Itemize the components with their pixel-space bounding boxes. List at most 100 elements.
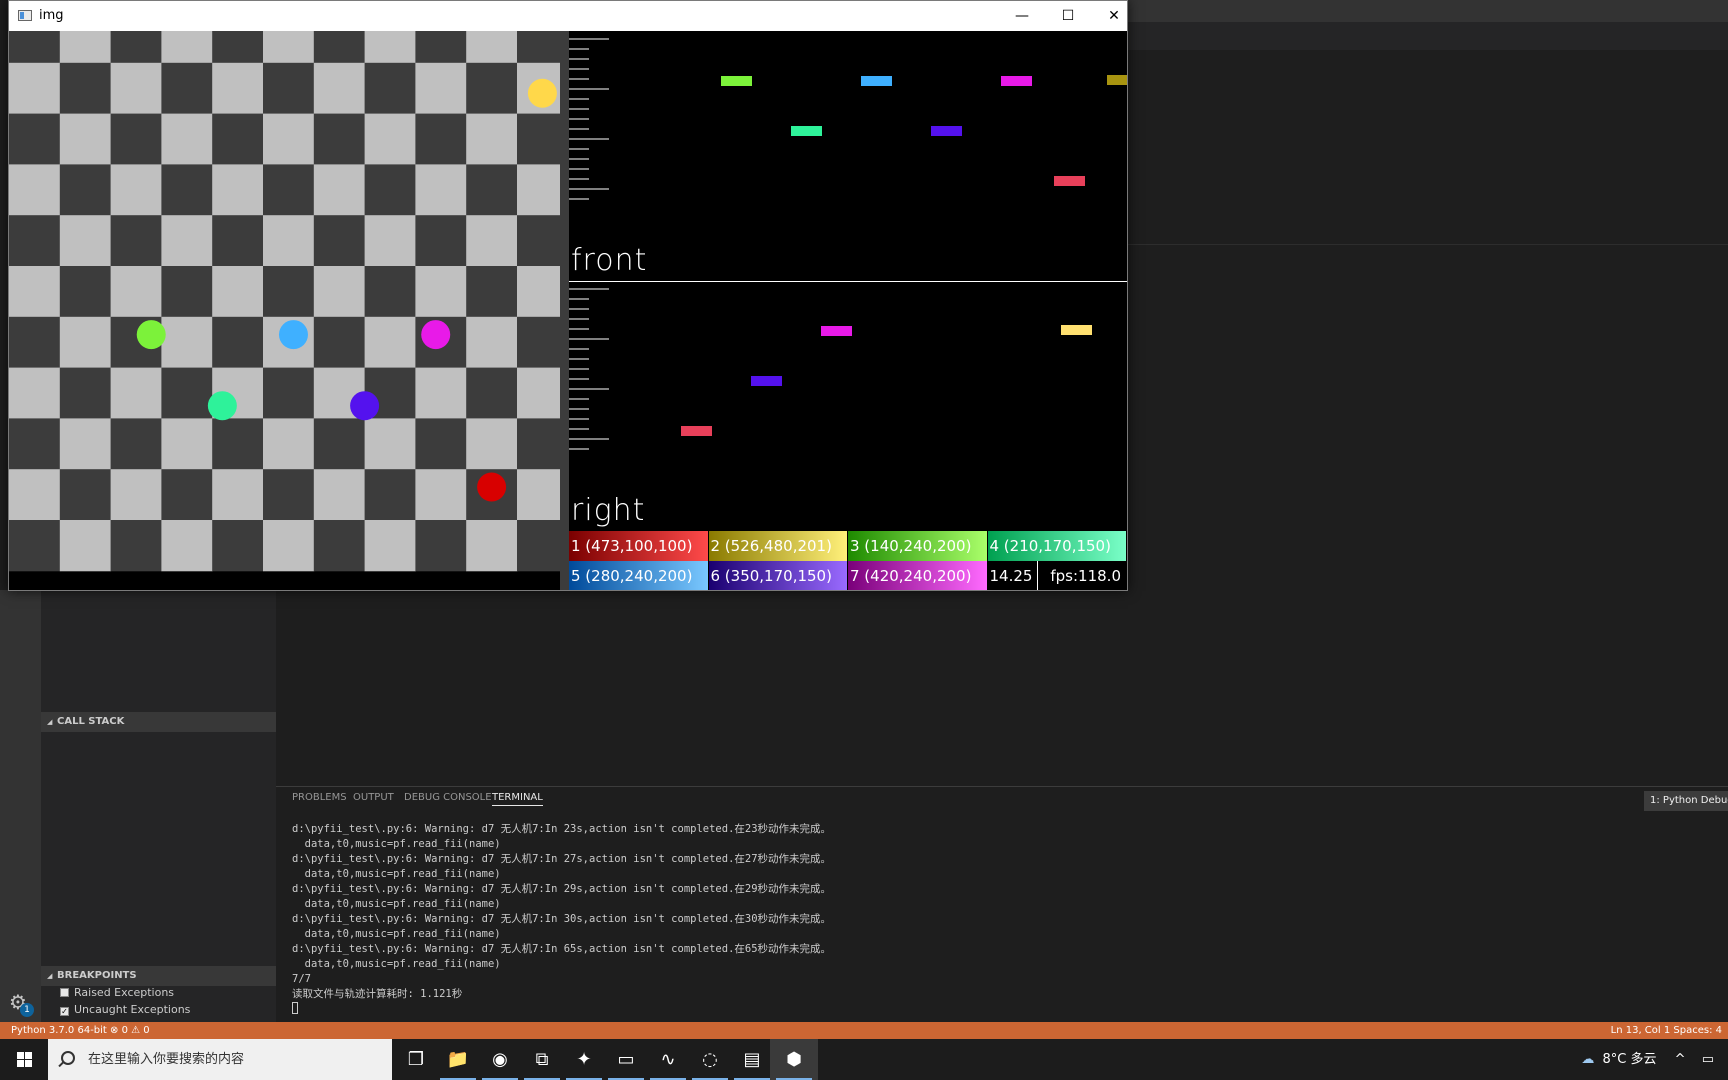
chrome-icon[interactable]: ◉ (476, 1039, 524, 1080)
python-icon[interactable]: ⬢ (770, 1039, 818, 1080)
task-view-icon[interactable]: ❐ (392, 1039, 440, 1080)
start-button[interactable] (0, 1039, 48, 1080)
board-cell (364, 164, 416, 216)
board-cell (415, 215, 467, 267)
board-cell (9, 164, 61, 216)
battery-icon[interactable]: ▭ (1702, 1052, 1714, 1067)
chevron-up-icon[interactable]: ^ (1675, 1052, 1686, 1067)
windows-taskbar: 在这里输入你要搜索的内容 ❐ 📁 ◉ ⧉ ✦ ▭ ∿ ◌ ▤ ⬢ ☁ 8°C 多云 ^ ▭ (0, 1039, 1728, 1080)
board-cell (212, 418, 264, 470)
board-cell (161, 266, 213, 318)
terminal-line: data,t0,music=pf.read_fii(name) (292, 958, 501, 970)
terminal-icon[interactable]: ▭ (602, 1039, 650, 1080)
board-cell (9, 266, 61, 318)
board-cell (161, 367, 213, 419)
board-cell (263, 113, 315, 165)
breakpoint-raised-exceptions[interactable]: Raised Exceptions (60, 985, 174, 1001)
board-cell (466, 31, 518, 64)
drone-marker-6 (350, 391, 380, 421)
vscode-icon[interactable]: ⧉ (518, 1039, 566, 1080)
drone-bar-2 (1061, 325, 1092, 335)
drone-bar-6 (931, 126, 962, 136)
board-cell (415, 367, 467, 419)
board-cell (161, 469, 213, 521)
breakpoints-header[interactable]: ◢ BREAKPOINTS (41, 966, 276, 986)
board-cell (466, 316, 518, 369)
board-cell (212, 215, 264, 267)
board-cell (263, 266, 315, 318)
minimize-button[interactable]: — (999, 1, 1045, 31)
drone-marker-5 (278, 320, 308, 350)
board-cell (466, 215, 518, 267)
board-cell (313, 113, 366, 165)
board-cell (415, 164, 467, 216)
breakpoint-uncaught-exceptions[interactable]: ✓ Uncaught Exceptions (60, 1002, 190, 1018)
uncaught-exceptions-checkbox[interactable]: ✓ (60, 1007, 69, 1016)
board-cell (59, 164, 112, 216)
board-cell (110, 418, 162, 470)
drone-legend: 1 (473,100,100) 2 (526,480,201) 3 (140,240… (569, 531, 1127, 590)
board-cell (59, 418, 112, 470)
board-cell (313, 31, 366, 64)
aperture-icon[interactable]: ◌ (686, 1039, 734, 1080)
board-cell (263, 31, 315, 64)
board-cell (212, 62, 264, 115)
terminal-output[interactable]: d:\pyfii_test\.py:6: Warning: d7 无人机7:In… (292, 822, 1392, 1022)
board-cell (313, 520, 366, 572)
drone-marker-7 (421, 320, 451, 350)
tab-problems[interactable]: PROBLEMS (292, 792, 347, 803)
board-cell (212, 520, 264, 572)
tab-terminal[interactable]: TERMINAL (492, 792, 543, 806)
board-cell (263, 520, 315, 572)
status-python-errors[interactable]: Python 3.7.0 64-bit ⊗ 0 ⚠ 0 (11, 1022, 150, 1039)
drone-marker-2 (527, 78, 557, 108)
drone-bar-1 (1054, 176, 1085, 186)
tab-debug-console[interactable]: DEBUG CONSOLE (404, 792, 492, 803)
board-cell (161, 31, 213, 64)
call-stack-header[interactable]: ◢ CALL STACK (41, 712, 276, 732)
board-cell (364, 520, 416, 572)
board-cell (212, 31, 264, 64)
board-cell (263, 367, 315, 419)
raised-exceptions-checkbox[interactable] (60, 988, 69, 997)
compass-icon[interactable]: ✦ (560, 1039, 608, 1080)
board-cell (9, 469, 61, 521)
status-cursor-position[interactable]: Ln 13, Col 1 Spaces: 4 (1611, 1022, 1722, 1039)
cloud-icon: ☁ (1581, 1052, 1595, 1067)
elapsed-time: 14.25 (987, 561, 1038, 590)
notepad-icon[interactable]: ▤ (728, 1039, 776, 1080)
drone-marker-1 (477, 472, 507, 502)
collapse-triangle-icon: ◢ (47, 972, 53, 980)
debug-sidebar (41, 590, 276, 1022)
weather-text[interactable]: 8°C 多云 (1603, 1052, 1657, 1067)
board-cell (110, 469, 162, 521)
board-cell (9, 316, 61, 369)
board-cell (9, 418, 61, 470)
drone-bar-3 (721, 76, 752, 86)
terminal-line: d:\pyfii_test\.py:6: Warning: d7 无人机7:In… (292, 823, 832, 835)
drone-bar-7 (821, 326, 852, 336)
board-cell (59, 520, 112, 572)
close-button[interactable]: ✕ (1091, 1, 1137, 31)
window-title-bar[interactable]: img — ☐ ✕ (9, 1, 1127, 31)
board-cell (212, 469, 264, 521)
terminal-cursor (292, 1002, 298, 1014)
board-cell (110, 164, 162, 216)
drone-bar-6 (751, 376, 782, 386)
collapse-triangle-icon: ◢ (47, 718, 53, 726)
board-cell (9, 31, 61, 64)
right-view-label: right (571, 493, 646, 528)
waveform-icon[interactable]: ∿ (644, 1039, 692, 1080)
tab-output[interactable]: OUTPUT (353, 792, 394, 803)
board-cell (313, 316, 366, 369)
gear-badge: 1 (20, 1003, 34, 1017)
board-cell (212, 266, 264, 318)
file-explorer-icon[interactable]: 📁 (434, 1039, 482, 1080)
terminal-select[interactable]: 1: Python Debug (1644, 791, 1728, 811)
board-cell (364, 266, 416, 318)
board-cell (263, 469, 315, 521)
taskbar-search-box[interactable]: 在这里输入你要搜索的内容 (48, 1039, 392, 1080)
board-cell (59, 367, 112, 419)
board-cell (161, 215, 213, 267)
maximize-button[interactable]: ☐ (1045, 1, 1091, 31)
